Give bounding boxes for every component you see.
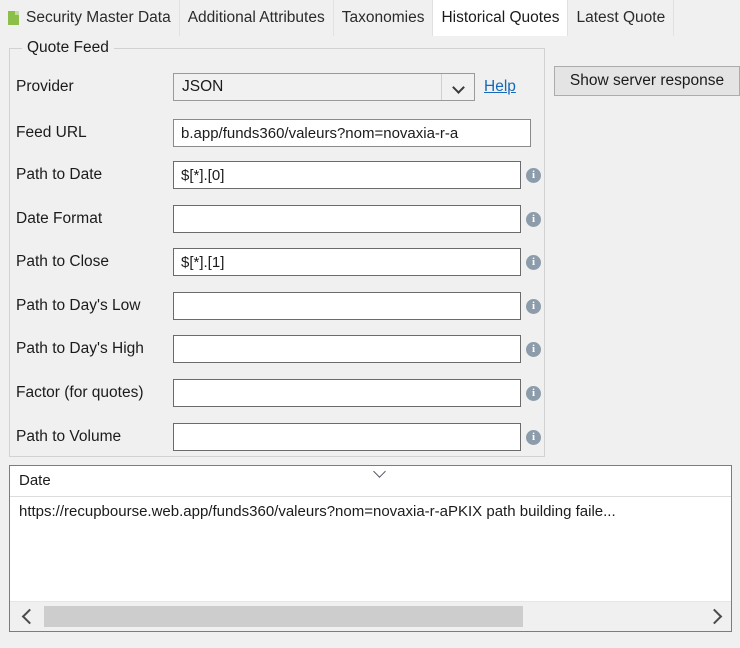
- tab-label: Security Master Data: [26, 9, 171, 27]
- tab-latest-quote[interactable]: Latest Quote: [568, 0, 674, 36]
- info-icon[interactable]: i: [526, 430, 541, 445]
- path-to-volume-input[interactable]: [173, 423, 521, 451]
- table-cell-date: https://recupbourse.web.app/funds360/val…: [19, 503, 616, 520]
- provider-select[interactable]: JSON: [173, 73, 475, 101]
- quotes-results-panel: Date https://recupbourse.web.app/funds36…: [9, 465, 732, 632]
- info-icon[interactable]: i: [526, 342, 541, 357]
- horizontal-scrollbar[interactable]: [10, 601, 731, 631]
- date-format-input[interactable]: [173, 205, 521, 233]
- label-date-format: Date Format: [16, 210, 102, 228]
- form-row-path-to-date: Path to Date i: [0, 160, 545, 190]
- scroll-right-icon[interactable]: [701, 602, 727, 631]
- table-body: https://recupbourse.web.app/funds360/val…: [10, 497, 731, 601]
- info-icon[interactable]: i: [526, 255, 541, 270]
- info-icon[interactable]: i: [526, 299, 541, 314]
- tab-additional-attributes[interactable]: Additional Attributes: [180, 0, 334, 36]
- form-row-provider: Provider JSON Help: [0, 72, 545, 102]
- provider-select-wrap: JSON: [173, 73, 475, 101]
- path-to-volume-wrap: [173, 423, 521, 451]
- green-document-icon: [8, 11, 19, 25]
- label-provider: Provider: [16, 78, 74, 96]
- form-row-date-format: Date Format i: [0, 204, 545, 234]
- feed-url-input[interactable]: [173, 119, 531, 147]
- label-path-to-date: Path to Date: [16, 166, 102, 184]
- label-path-to-volume: Path to Volume: [16, 428, 121, 446]
- info-icon[interactable]: i: [526, 386, 541, 401]
- label-path-to-days-high: Path to Day's High: [16, 340, 144, 358]
- label-feed-url: Feed URL: [16, 124, 87, 142]
- path-to-date-wrap: [173, 161, 521, 189]
- column-header-date[interactable]: Date: [19, 472, 51, 489]
- chevron-down-icon[interactable]: [373, 467, 389, 479]
- help-link[interactable]: Help: [484, 78, 516, 96]
- label-path-to-close: Path to Close: [16, 253, 109, 271]
- path-to-close-input[interactable]: [173, 248, 521, 276]
- label-path-to-days-low: Path to Day's Low: [16, 297, 140, 315]
- form-row-path-to-days-high: Path to Day's High i: [0, 334, 545, 364]
- scrollbar-thumb[interactable]: [44, 606, 523, 627]
- factor-input[interactable]: [173, 379, 521, 407]
- path-to-days-low-input[interactable]: [173, 292, 521, 320]
- date-format-wrap: [173, 205, 521, 233]
- form-row-path-to-volume: Path to Volume i: [0, 422, 545, 452]
- path-to-days-high-input[interactable]: [173, 335, 521, 363]
- provider-selected-value: JSON: [182, 78, 223, 96]
- table-row[interactable]: https://recupbourse.web.app/funds360/val…: [10, 497, 731, 525]
- tab-label: Historical Quotes: [441, 9, 559, 27]
- tab-historical-quotes[interactable]: Historical Quotes: [433, 0, 568, 36]
- chevron-down-icon[interactable]: [441, 74, 474, 100]
- tab-bar: Security Master Data Additional Attribut…: [0, 0, 740, 36]
- form-row-path-to-close: Path to Close i: [0, 247, 545, 277]
- tab-security-master-data[interactable]: Security Master Data: [0, 0, 180, 36]
- path-to-date-input[interactable]: [173, 161, 521, 189]
- label-factor: Factor (for quotes): [16, 384, 144, 402]
- scroll-left-icon[interactable]: [16, 602, 42, 631]
- groupbox-title: Quote Feed: [22, 39, 114, 57]
- info-icon[interactable]: i: [526, 212, 541, 227]
- factor-wrap: [173, 379, 521, 407]
- path-to-close-wrap: [173, 248, 521, 276]
- tab-label: Additional Attributes: [188, 9, 325, 27]
- path-to-days-low-wrap: [173, 292, 521, 320]
- feed-url-wrap: [173, 119, 531, 147]
- path-to-days-high-wrap: [173, 335, 521, 363]
- info-icon[interactable]: i: [526, 168, 541, 183]
- table-header-row: Date: [10, 466, 731, 497]
- tab-taxonomies[interactable]: Taxonomies: [334, 0, 434, 36]
- form-row-factor: Factor (for quotes) i: [0, 378, 545, 408]
- tab-label: Latest Quote: [576, 9, 665, 27]
- tab-label: Taxonomies: [342, 9, 425, 27]
- show-server-response-button[interactable]: Show server response: [554, 66, 740, 96]
- form-row-feed-url: Feed URL: [0, 118, 545, 148]
- form-row-path-to-days-low: Path to Day's Low i: [0, 291, 545, 321]
